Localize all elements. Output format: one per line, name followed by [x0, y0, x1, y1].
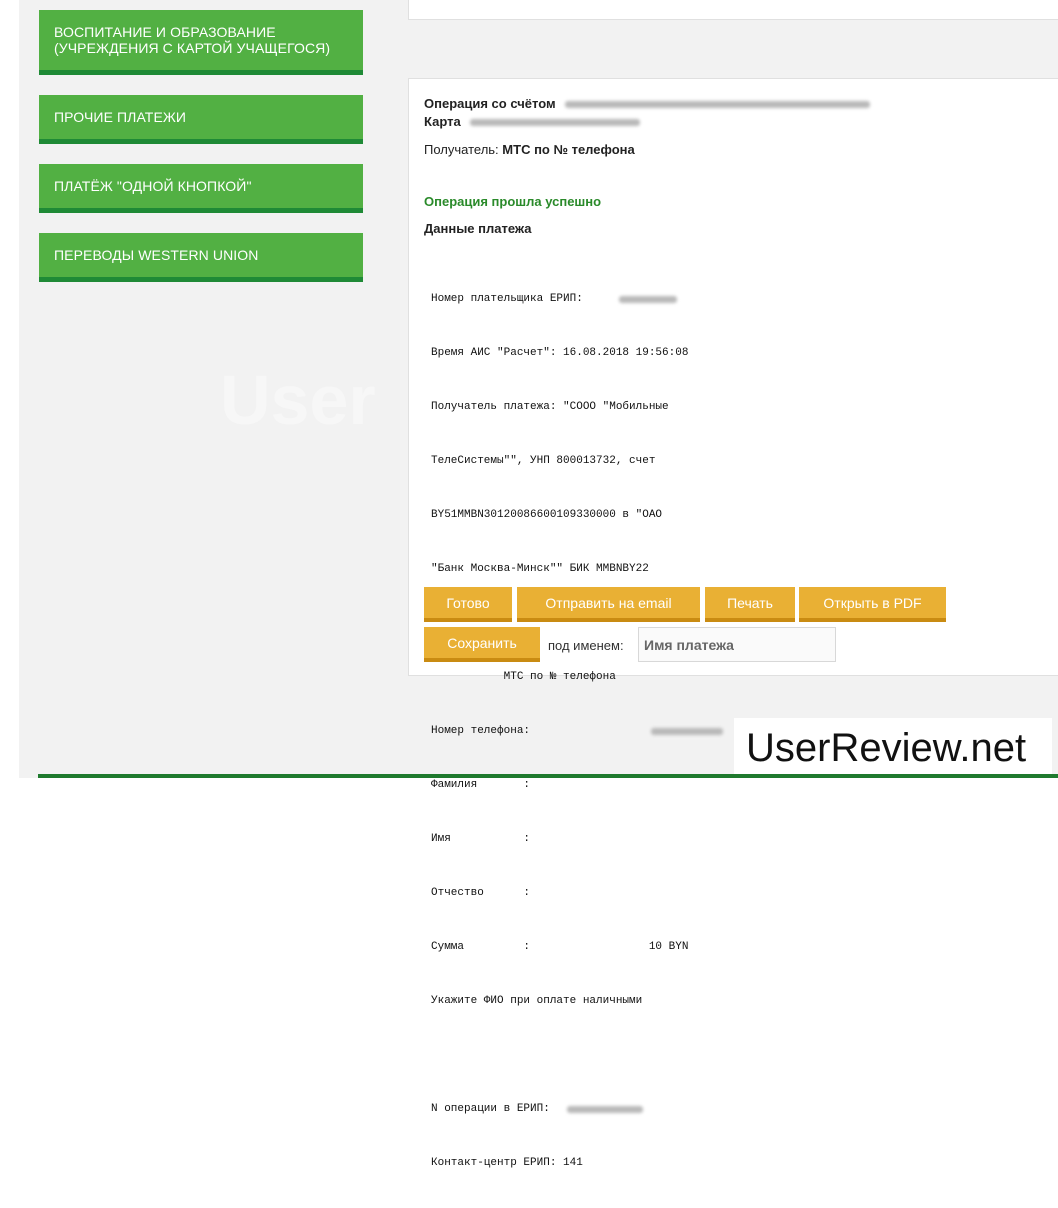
card-line: Карта: [424, 114, 641, 129]
sidebar-item-label: ПРОЧИЕ ПЛАТЕЖИ: [54, 109, 187, 125]
sidebar-item-education[interactable]: ВОСПИТАНИЕ И ОБРАЗОВАНИЕ (УЧРЕЖДЕНИЯ С К…: [39, 10, 363, 75]
receipt-line: МТС по № телефона: [431, 671, 616, 683]
receipt-line: Отчество :: [431, 887, 531, 899]
sidebar-item-western-union[interactable]: ПЕРЕВОДЫ WESTERN UNION: [39, 233, 363, 282]
sidebar-item-one-click-payment[interactable]: ПЛАТЁЖ "ОДНОЙ КНОПКОЙ": [39, 164, 363, 213]
receipt-line: Контакт-центр ЕРИП: 141: [431, 1157, 583, 1169]
receipt-line: [431, 1046, 771, 1064]
phone-number-redacted: [651, 728, 723, 735]
receipt-line: "Банк Москва-Минск"" БИК MMBNBY22: [431, 563, 649, 575]
card-label: Карта: [424, 114, 461, 129]
footer-line: [38, 774, 1058, 778]
recipient-label: Получатель:: [424, 142, 499, 157]
sidebar-item-label: (УЧРЕЖДЕНИЯ С КАРТОЙ УЧАЩЕГОСЯ): [54, 40, 331, 56]
save-name-label: под именем:: [548, 638, 624, 653]
card-number-redacted: [470, 119, 641, 127]
save-button[interactable]: Сохранить: [424, 627, 540, 662]
recipient-line: Получатель: МТС по № телефона: [424, 142, 635, 157]
operation-number-redacted: [567, 1106, 643, 1113]
send-email-button[interactable]: Отправить на email: [517, 587, 700, 622]
receipt-line: N операции в ЕРИП:: [431, 1103, 550, 1115]
payment-receipt: Номер плательщика ЕРИП: Время АИС "Расче…: [431, 254, 771, 1208]
success-status: Операция прошла успешно: [424, 194, 602, 209]
done-button[interactable]: Готово: [424, 587, 512, 622]
receipt-line: ТелеСистемы"", УНП 800013732, счет: [431, 455, 656, 467]
account-line: Операция со счётом: [424, 96, 871, 111]
receipt-line: Имя :: [431, 833, 531, 845]
watermark-text: UserReview.net: [746, 726, 1027, 770]
print-button[interactable]: Печать: [705, 587, 795, 622]
open-pdf-button[interactable]: Открыть в PDF: [799, 587, 946, 622]
recipient-value: МТС по № телефона: [502, 142, 635, 157]
receipt-line: Получатель платежа: "СООО "Мобильные: [431, 401, 669, 413]
receipt-line: Укажите ФИО при оплате наличными: [431, 995, 643, 1007]
receipt-line: Сумма : 10 BYN: [431, 941, 689, 953]
sidebar-item-label: ВОСПИТАНИЕ И ОБРАЗОВАНИЕ: [54, 24, 276, 40]
operation-result-panel: Операция со счётом Карта Получатель: МТС…: [408, 78, 1058, 1169]
payment-data-title: Данные платежа: [424, 221, 532, 236]
receipt-line: BY51MMBN30120086600109330000 в "ОАО: [431, 509, 663, 521]
payer-number-redacted: [619, 296, 677, 303]
payment-name-input[interactable]: [638, 627, 836, 662]
watermark: UserReview.net: [734, 718, 1052, 778]
sidebar-item-other-payments[interactable]: ПРОЧИЕ ПЛАТЕЖИ: [39, 95, 363, 144]
receipt-line: Номер телефона:: [431, 725, 531, 737]
sidebar-item-label: ПЛАТЁЖ "ОДНОЙ КНОПКОЙ": [54, 178, 252, 194]
receipt-line: Время АИС "Расчет": 16.08.2018 19:56:08: [431, 347, 689, 359]
receipt-line: Номер плательщика ЕРИП:: [431, 293, 583, 305]
account-label: Операция со счётом: [424, 96, 556, 111]
receipt-line: Фамилия :: [431, 779, 531, 791]
account-number-redacted: [565, 101, 871, 109]
top-panel: [408, 0, 1058, 20]
sidebar-item-label: ПЕРЕВОДЫ WESTERN UNION: [54, 247, 259, 263]
